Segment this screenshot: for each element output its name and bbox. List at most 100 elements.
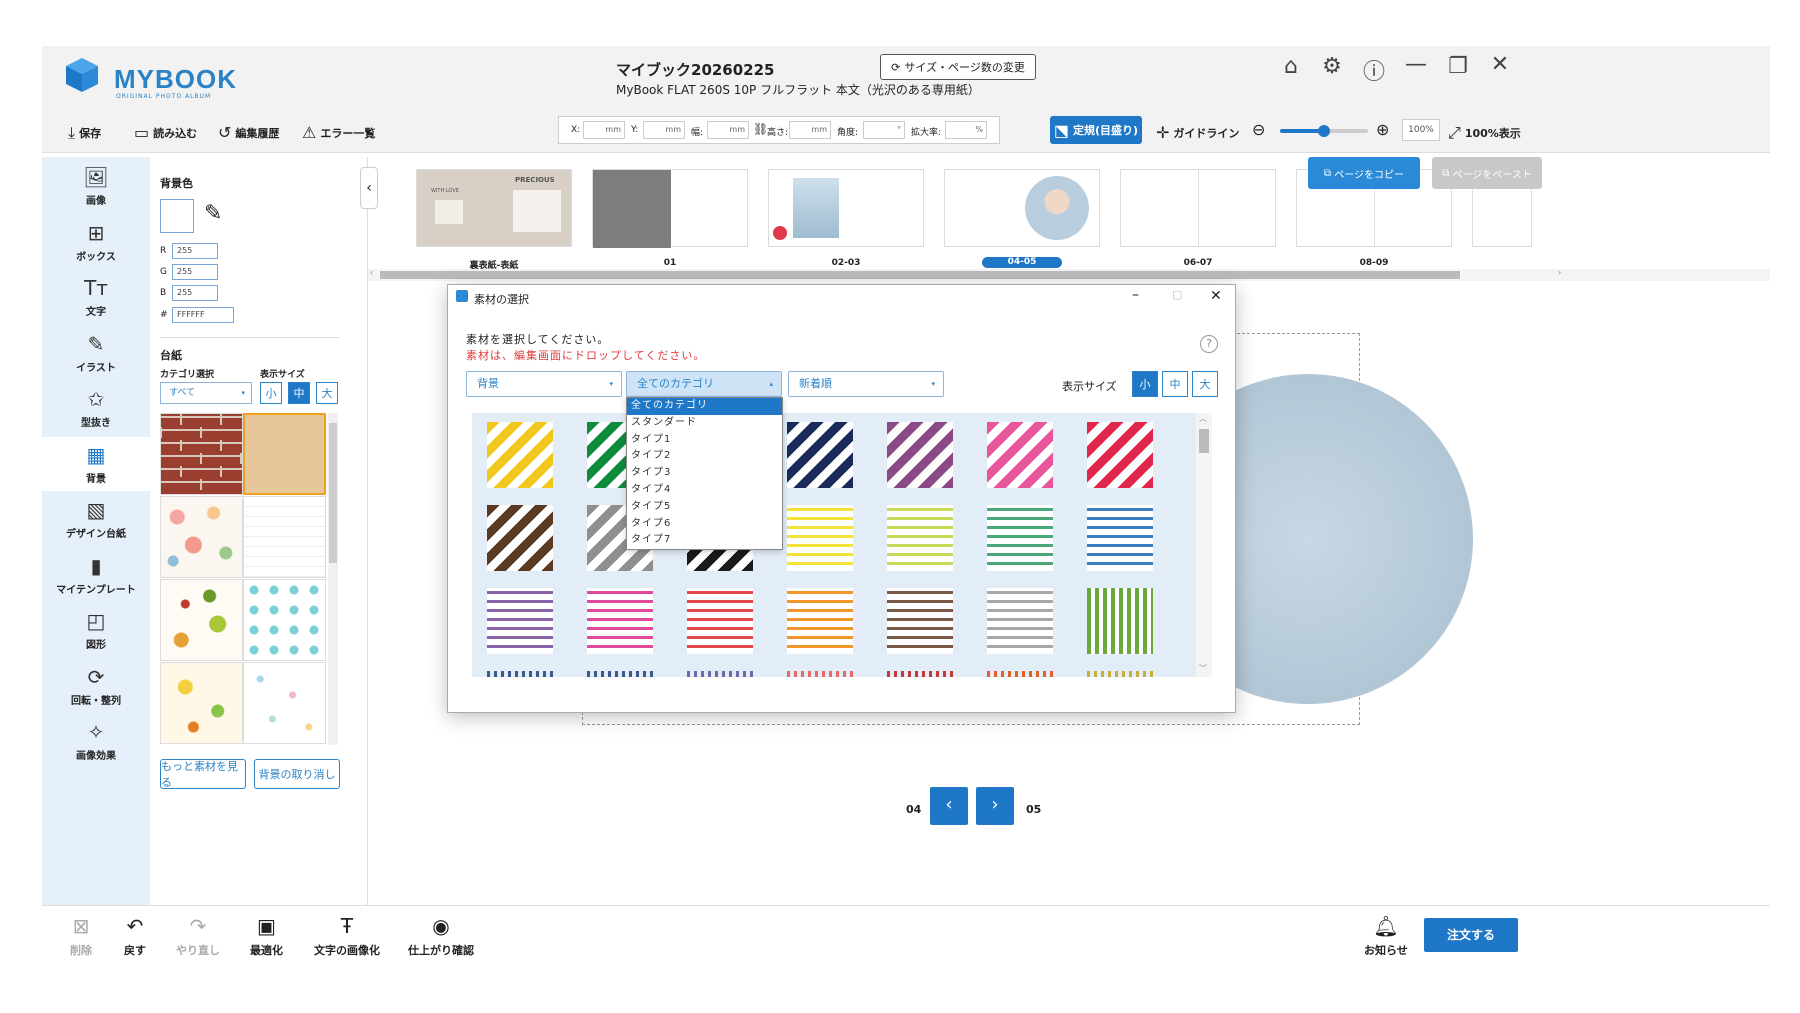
- diagonal-stripe-swatch[interactable]: [987, 422, 1053, 488]
- page-thumb-label[interactable]: 01: [592, 258, 748, 268]
- gear-icon[interactable]: ⚙: [1317, 54, 1347, 79]
- thumbs-scrollbar[interactable]: ‹ ›: [368, 268, 1770, 281]
- sidebar-item-1[interactable]: ⊞ ボックス: [42, 215, 150, 269]
- text-to-image-button[interactable]: Ŧ 文字の画像化: [314, 914, 380, 958]
- width-field[interactable]: mm: [707, 121, 749, 139]
- scroll-left-icon[interactable]: ‹: [370, 268, 373, 277]
- paste-page-button[interactable]: ⧉ ページをペースト: [1432, 157, 1542, 189]
- dialog-close-icon[interactable]: ✕: [1210, 288, 1222, 304]
- grid-scrollbar-thumb[interactable]: [1199, 429, 1209, 453]
- horizontal-stripe-swatch[interactable]: [487, 588, 553, 654]
- sort-select[interactable]: 新着順 ▾: [788, 371, 944, 397]
- sidebar-item-10[interactable]: ✧ 画像効果: [42, 714, 150, 768]
- preview-button[interactable]: ◉ 仕上がり確認: [408, 914, 474, 958]
- diagonal-stripe-swatch[interactable]: [487, 422, 553, 488]
- dialog-minimize-icon[interactable]: –: [1132, 287, 1139, 303]
- sidebar-item-2[interactable]: Tт 文字: [42, 270, 150, 324]
- dropdown-option[interactable]: スタンダード: [627, 415, 782, 432]
- sidebar-item-6[interactable]: ▧ デザイン台紙: [42, 492, 150, 546]
- bg-tile-floral[interactable]: [160, 496, 243, 578]
- errors-button[interactable]: ⚠ エラー一覧: [302, 123, 375, 142]
- color-preview[interactable]: [160, 199, 194, 233]
- sidebar-item-0[interactable]: 🖼︎ 画像: [42, 159, 150, 213]
- eyedropper-icon[interactable]: ✎: [204, 201, 222, 226]
- size-large-button[interactable]: 大: [316, 382, 338, 404]
- height-field[interactable]: mm: [789, 121, 831, 139]
- angle-field[interactable]: °: [863, 121, 905, 139]
- horizontal-stripe-swatch[interactable]: [787, 588, 853, 654]
- sidebar-item-3[interactable]: ✎ イラスト: [42, 326, 150, 380]
- optimize-button[interactable]: ▣ 最適化: [250, 914, 283, 958]
- dialog-size-small-button[interactable]: 小: [1132, 371, 1158, 397]
- dropdown-option[interactable]: 全てのカテゴリ: [627, 398, 782, 415]
- page-thumb-3[interactable]: [944, 169, 1100, 247]
- bg-tile-confetti[interactable]: [243, 662, 326, 744]
- guideline-button[interactable]: ✛ ガイドライン: [1156, 123, 1239, 142]
- horizontal-stripe-swatch[interactable]: [687, 588, 753, 654]
- dashed-stripe-swatch[interactable]: [587, 671, 653, 677]
- dropdown-option[interactable]: タイプ3: [627, 465, 782, 482]
- page-thumb-2[interactable]: [768, 169, 924, 247]
- r-input[interactable]: 255: [172, 243, 218, 259]
- zoom-slider[interactable]: [1280, 125, 1368, 137]
- scroll-down-icon[interactable]: ﹀: [1199, 663, 1207, 674]
- bg-tile-brick[interactable]: [160, 413, 243, 495]
- ruler-button[interactable]: ⬔ 定規(目盛り): [1050, 116, 1142, 144]
- size-small-button[interactable]: 小: [260, 382, 282, 404]
- horizontal-stripe-swatch[interactable]: [787, 505, 853, 571]
- horizontal-stripe-swatch[interactable]: [887, 588, 953, 654]
- bg-tile-fruit[interactable]: [160, 579, 243, 661]
- bg-tile-lemon[interactable]: [160, 662, 243, 744]
- type-select[interactable]: 背景 ▾: [466, 371, 622, 397]
- dropdown-option[interactable]: タイプ2: [627, 448, 782, 465]
- load-button[interactable]: ▭ 読み込む: [134, 123, 197, 142]
- category-select[interactable]: 全てのカテゴリ ▴: [626, 371, 782, 397]
- dropdown-option[interactable]: タイプ7: [627, 532, 782, 549]
- size-change-button[interactable]: ⟳ サイズ・ページ数の変更: [880, 54, 1036, 80]
- home-icon[interactable]: ⌂: [1276, 54, 1306, 79]
- fit-100-button[interactable]: ⤢ 100%表示: [1448, 123, 1521, 143]
- hex-input[interactable]: FFFFFF: [172, 307, 234, 323]
- history-button[interactable]: ↺ 編集履歴: [218, 123, 279, 142]
- bg-tile-dots[interactable]: [243, 579, 326, 661]
- notice-button[interactable]: 🔔︎ お知らせ: [1364, 914, 1408, 958]
- diagonal-stripe-swatch[interactable]: [887, 422, 953, 488]
- dashed-stripe-swatch[interactable]: [1087, 671, 1153, 677]
- horizontal-stripe-swatch[interactable]: [987, 588, 1053, 654]
- dashed-stripe-swatch[interactable]: [887, 671, 953, 677]
- page-thumb-label[interactable]: 04-05: [982, 257, 1062, 268]
- vertical-stripe-swatch[interactable]: [1087, 588, 1153, 654]
- thumbs-scrollbar-thumb[interactable]: [380, 271, 1460, 279]
- close-icon[interactable]: ✕: [1485, 52, 1515, 77]
- next-page-button[interactable]: ›: [976, 787, 1014, 825]
- prev-page-button[interactable]: ‹: [930, 787, 968, 825]
- diagonal-stripe-swatch[interactable]: [787, 422, 853, 488]
- page-thumb-label[interactable]: 08-09: [1296, 258, 1452, 268]
- category-select[interactable]: すべて ▾: [160, 382, 252, 404]
- scroll-up-icon[interactable]: ︿: [1199, 413, 1207, 424]
- dashed-stripe-swatch[interactable]: [687, 671, 753, 677]
- horizontal-stripe-swatch[interactable]: [1087, 505, 1153, 571]
- page-thumb-0[interactable]: PRECIOUS WITH LOVE: [416, 169, 572, 247]
- y-field[interactable]: mm: [643, 121, 685, 139]
- sidebar-item-7[interactable]: ▮ マイテンプレート: [42, 548, 150, 602]
- save-button[interactable]: ⤓ 保存: [68, 123, 101, 143]
- diagonal-stripe-swatch[interactable]: [487, 505, 553, 571]
- zoom-out-icon[interactable]: ⊖: [1252, 120, 1265, 139]
- bg-tile-kraft[interactable]: [243, 413, 326, 495]
- horizontal-stripe-swatch[interactable]: [987, 505, 1053, 571]
- redo-button[interactable]: ↷ やり直し: [176, 914, 220, 958]
- zoom-slider-knob[interactable]: [1318, 125, 1330, 137]
- link-icon[interactable]: ⛓: [753, 122, 768, 136]
- dashed-stripe-swatch[interactable]: [787, 671, 853, 677]
- restore-icon[interactable]: ❐: [1443, 54, 1473, 79]
- page-thumb-label[interactable]: 06-07: [1120, 258, 1276, 268]
- undo-button[interactable]: ↶ 戻す: [124, 914, 146, 958]
- dropdown-option[interactable]: タイプ6: [627, 516, 782, 533]
- page-thumb-1[interactable]: [592, 169, 748, 248]
- minimize-icon[interactable]: —: [1401, 52, 1431, 77]
- cancel-background-button[interactable]: 背景の取り消し: [254, 759, 340, 789]
- dashed-stripe-swatch[interactable]: [987, 671, 1053, 677]
- dashed-stripe-swatch[interactable]: [487, 671, 553, 677]
- copy-page-button[interactable]: ⧉ ページをコピー: [1308, 157, 1420, 189]
